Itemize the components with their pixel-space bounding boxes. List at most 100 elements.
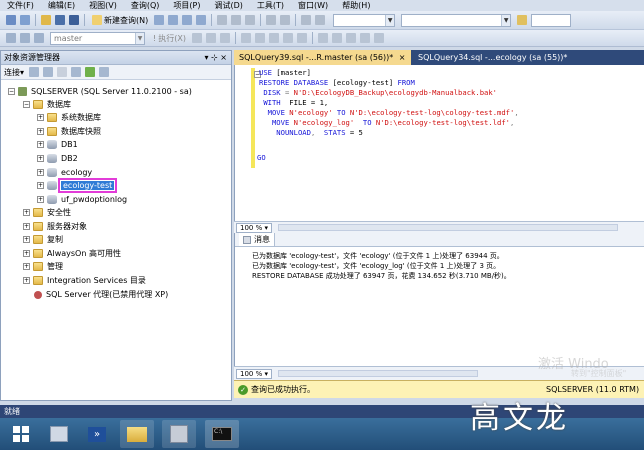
specify-values-icon[interactable] — [373, 33, 384, 43]
stop-icon[interactable] — [57, 67, 68, 77]
database-combo[interactable]: master ▼ — [50, 31, 145, 45]
file-explorer-button[interactable] — [120, 420, 154, 448]
expand-icon[interactable]: + — [37, 155, 44, 162]
collapse-icon[interactable]: − — [8, 88, 15, 95]
indent-icon[interactable] — [359, 33, 370, 43]
expand-icon[interactable]: + — [23, 263, 30, 270]
sql-editor[interactable]: − USE [master] RESTORE DATABASE [ecology… — [234, 65, 644, 221]
menu-file[interactable]: 文件(F) — [0, 0, 41, 11]
disconnect-server-icon[interactable] — [43, 67, 54, 77]
tree-snapshots-node[interactable]: + 数据库快照 — [37, 125, 101, 138]
server-manager-button[interactable] — [42, 420, 76, 448]
change-connection-icon[interactable] — [34, 33, 44, 43]
comment-icon[interactable] — [317, 33, 328, 43]
start-button[interactable] — [4, 420, 38, 448]
debug-icon[interactable] — [191, 33, 202, 43]
horizontal-scrollbar[interactable] — [278, 224, 618, 231]
chevron-down-icon[interactable]: ▼ — [135, 32, 144, 44]
menu-query[interactable]: 查询(Q) — [124, 0, 167, 11]
tree-db-node[interactable]: + DB2 — [37, 152, 78, 165]
expand-icon[interactable]: + — [37, 196, 44, 203]
tree-alwayson-node[interactable]: + AlwaysOn 高可用性 — [23, 247, 121, 260]
close-icon[interactable]: × — [399, 53, 406, 62]
find-combo[interactable] — [531, 13, 572, 27]
chevron-down-icon[interactable]: ▼ — [385, 14, 395, 26]
tree-server-node[interactable]: − SQLSERVER (SQL Server 11.0.2100 - sa) — [8, 85, 192, 98]
panel-pin-close-icon[interactable]: ▾ ⊹ × — [204, 51, 227, 65]
tree-db-node[interactable]: + DB1 — [37, 138, 78, 151]
expand-icon[interactable]: + — [23, 236, 30, 243]
expand-icon[interactable]: + — [23, 250, 30, 257]
tree-db-node[interactable]: + uf_pwdoptionlog — [37, 193, 127, 206]
tab-sqlquery34[interactable]: SQLQuery34.sql -...ecology (sa (55))* — [413, 50, 572, 65]
results-zoom-combo[interactable]: 100 % ▾ — [236, 368, 272, 379]
uncomment-icon[interactable] — [331, 33, 342, 43]
find-icon[interactable] — [517, 15, 528, 25]
editor-zoom-combo[interactable]: 100 % ▾ — [236, 222, 272, 233]
query-db-icon[interactable] — [154, 15, 165, 25]
menu-help[interactable]: 帮助(H) — [335, 0, 377, 11]
save-all-icon[interactable] — [69, 15, 79, 25]
menu-window[interactable]: 窗口(W) — [291, 0, 335, 11]
chevron-down-icon[interactable]: ▼ — [501, 14, 511, 26]
query-analysis-icon[interactable] — [168, 15, 179, 25]
query-dmx-icon[interactable] — [196, 15, 207, 25]
menu-view[interactable]: 视图(V) — [82, 0, 124, 11]
tree-databases-node[interactable]: − 数据库 — [23, 98, 71, 111]
menu-debug[interactable]: 调试(D) — [207, 0, 249, 11]
save-icon[interactable] — [55, 15, 65, 25]
expand-icon[interactable]: + — [37, 141, 44, 148]
expand-icon[interactable]: + — [23, 209, 30, 216]
execute-button[interactable]: ! 执行(X) — [153, 33, 186, 44]
refresh-icon[interactable] — [85, 67, 96, 77]
display-plan-icon[interactable] — [240, 33, 251, 43]
horizontal-scrollbar[interactable] — [278, 370, 478, 377]
disconnect-icon[interactable] — [20, 33, 30, 43]
pin-icon[interactable] — [315, 15, 326, 25]
expand-icon[interactable]: + — [23, 223, 30, 230]
filter-icon[interactable] — [71, 67, 82, 77]
tree-db-node-selected[interactable]: + ecology-test — [37, 178, 118, 193]
redo-icon[interactable] — [280, 15, 291, 25]
expand-icon[interactable]: + — [37, 114, 44, 121]
intellisense-icon[interactable] — [254, 33, 265, 43]
new-item-icon[interactable] — [20, 15, 30, 25]
results-file-icon[interactable] — [296, 33, 307, 43]
ssms-button[interactable] — [162, 420, 196, 448]
collapse-icon[interactable]: − — [23, 101, 30, 108]
parse-icon[interactable] — [219, 33, 230, 43]
tree-system-databases-node[interactable]: + 系统数据库 — [37, 111, 101, 124]
tree-server-objects-node[interactable]: + 服务器对象 — [23, 220, 87, 233]
solution-config-combo[interactable]: ▼ — [401, 13, 512, 27]
paste-icon[interactable] — [245, 15, 256, 25]
expand-icon[interactable]: + — [37, 182, 44, 189]
tree-security-node[interactable]: + 安全性 — [23, 206, 71, 219]
new-query-button[interactable]: 新建查询(N) — [90, 15, 148, 26]
menu-edit[interactable]: 编辑(E) — [41, 0, 82, 11]
search-combo[interactable]: ▼ — [333, 13, 396, 27]
query-xml-icon[interactable] — [182, 15, 193, 25]
expand-icon[interactable]: + — [37, 169, 44, 176]
expand-icon[interactable]: + — [37, 128, 44, 135]
results-grid-icon[interactable] — [282, 33, 293, 43]
undo-icon[interactable] — [266, 15, 277, 25]
outdent-icon[interactable] — [345, 33, 356, 43]
copy-icon[interactable] — [231, 15, 242, 25]
tab-sqlquery39[interactable]: SQLQuery39.sql -...R.master (sa (56))* × — [234, 50, 411, 65]
connect-server-icon[interactable] — [29, 67, 40, 77]
activity-monitor-icon[interactable] — [99, 67, 110, 77]
expand-icon[interactable]: + — [23, 277, 30, 284]
connect-dropdown[interactable]: 连接▾ — [4, 65, 24, 80]
cut-icon[interactable] — [217, 15, 228, 25]
connect-icon[interactable] — [6, 33, 16, 43]
back-icon[interactable] — [6, 15, 16, 25]
open-folder-icon[interactable] — [41, 15, 51, 25]
tree-db-node[interactable]: + ecology — [37, 166, 92, 179]
menu-project[interactable]: 项目(P) — [166, 0, 207, 11]
results-text-icon[interactable] — [268, 33, 279, 43]
tree-integration-node[interactable]: + Integration Services 目录 — [23, 274, 146, 287]
tree-management-node[interactable]: + 管理 — [23, 260, 63, 273]
cmd-button[interactable]: C:\ — [205, 420, 239, 448]
tree-agent-node[interactable]: SQL Server 代理(已禁用代理 XP) — [34, 288, 168, 301]
stop-icon[interactable] — [205, 33, 216, 43]
